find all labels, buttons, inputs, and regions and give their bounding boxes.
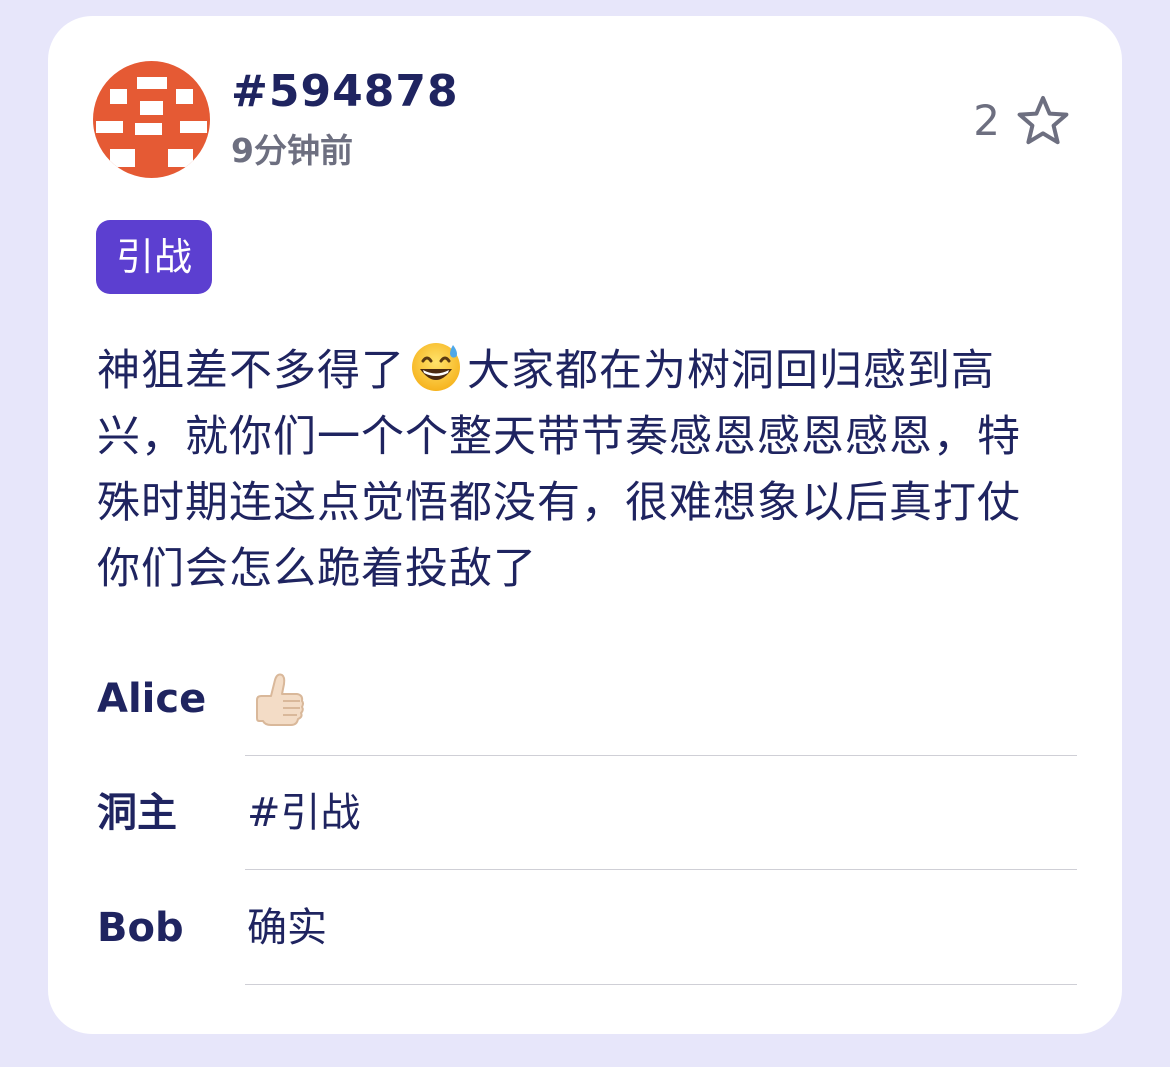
grinning-face-with-sweat-icon xyxy=(412,343,460,391)
reply-author: 洞主 xyxy=(97,790,177,836)
reply-row[interactable]: 洞主 #引战 xyxy=(97,756,1077,870)
post-content: 神狙差不多得了 大家都在为树洞回归感到高兴，就你们一个个整天带节奏感恩感恩感恩，… xyxy=(97,338,1057,602)
topic-tag[interactable]: 引战 xyxy=(96,220,213,294)
divider xyxy=(245,984,1077,985)
thumbs-up-icon xyxy=(256,673,304,726)
post-id: #594878 xyxy=(231,66,459,117)
avatar xyxy=(93,61,210,178)
reply-text: #引战 xyxy=(247,790,361,836)
divider xyxy=(245,869,1077,870)
reply-row[interactable]: Alice xyxy=(97,642,1077,756)
post-card[interactable]: #594878 9分钟前 2 引战 神狙差不多得了 大家都在为树洞回归感到高兴，… xyxy=(48,16,1122,1034)
star-count: 2 xyxy=(973,96,1000,145)
post-content-part1: 神狙差不多得了 xyxy=(97,346,405,396)
reply-text: 确实 xyxy=(247,905,327,951)
reply-author: Bob xyxy=(97,905,184,951)
post-timestamp: 9分钟前 xyxy=(231,131,353,170)
reply-author: Alice xyxy=(97,676,207,722)
reply-row[interactable]: Bob 确实 xyxy=(97,871,1077,985)
star-icon[interactable] xyxy=(1016,94,1070,148)
star-button[interactable]: 2 xyxy=(973,94,1070,148)
